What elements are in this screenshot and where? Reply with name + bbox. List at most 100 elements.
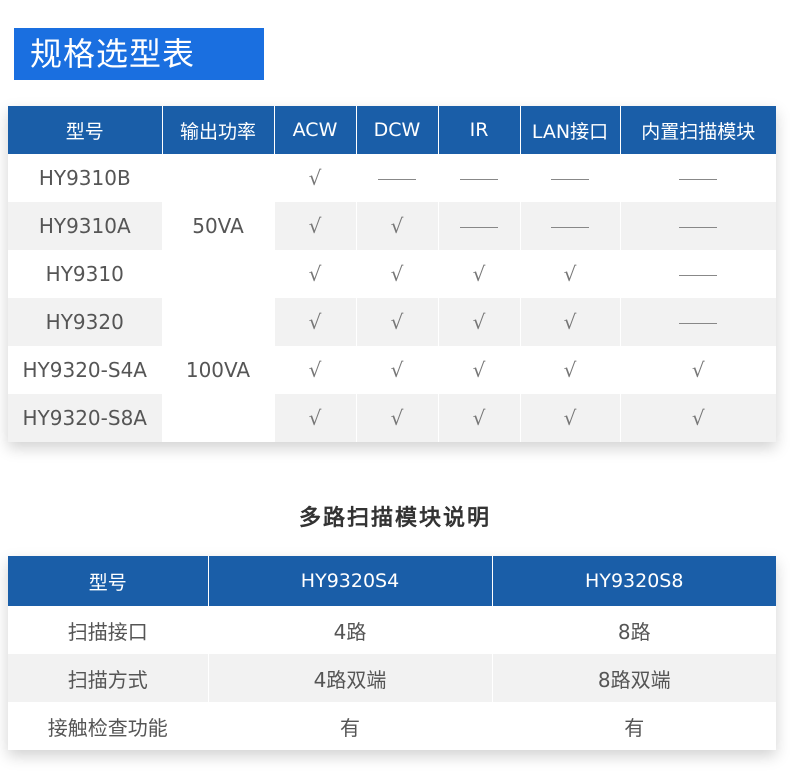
- spec-row: HY9320 100VA √ √ √ √: [8, 298, 776, 442]
- check-mark-icon: √: [390, 214, 404, 238]
- scan-s8-cell: 有: [491, 702, 776, 750]
- header-ir: IR: [437, 106, 521, 154]
- spec-row: HY9310 √ √ √ √: [8, 250, 776, 298]
- scan-cell: [619, 154, 776, 202]
- spec-selection-table: 型号 输出功率 ACW DCW IR LAN接口 内置扫描模块 HY9310B 5…: [8, 106, 776, 442]
- check-mark-icon: √: [390, 262, 404, 286]
- model-cell: HY9310: [8, 250, 163, 298]
- dash-icon: [551, 227, 589, 228]
- header-dcw: DCW: [355, 106, 439, 154]
- ir-cell: [437, 154, 521, 202]
- dcw-cell: √: [355, 250, 439, 298]
- dcw-cell: √: [355, 202, 439, 250]
- ir-cell: √: [437, 250, 521, 298]
- scan-header-row: 型号 HY9320S4 HY9320S8: [8, 556, 776, 606]
- scan-row: 接触检查功能有有: [8, 702, 776, 750]
- scan-cell: √: [619, 394, 776, 442]
- scan-label-cell: 接触检查功能: [8, 702, 209, 750]
- check-mark-icon: √: [563, 262, 577, 286]
- acw-cell: √: [273, 154, 357, 202]
- dash-icon: [679, 323, 718, 324]
- spec-row: HY9310A √ √: [8, 202, 776, 250]
- ir-cell: √: [437, 394, 521, 442]
- acw-cell: √: [273, 298, 357, 346]
- spec-row: HY9320-S8A √ √ √ √ √: [8, 394, 776, 442]
- scan-header-model: 型号: [8, 556, 209, 606]
- output-power-cell: 50VA: [161, 154, 275, 298]
- check-mark-icon: √: [390, 358, 404, 382]
- header-output-power: 输出功率: [161, 106, 275, 154]
- header-lan: LAN接口: [519, 106, 621, 154]
- check-mark-icon: √: [390, 310, 404, 334]
- scan-cell: [619, 298, 776, 346]
- lan-cell: √: [519, 298, 621, 346]
- dash-icon: [378, 179, 416, 180]
- header-scan-module: 内置扫描模块: [619, 106, 776, 154]
- check-mark-icon: √: [308, 310, 322, 334]
- ir-cell: √: [437, 346, 521, 394]
- dcw-cell: √: [355, 346, 439, 394]
- dash-icon: [679, 275, 718, 276]
- acw-cell: √: [273, 346, 357, 394]
- model-cell: HY9320-S8A: [8, 394, 163, 442]
- header-acw: ACW: [273, 106, 357, 154]
- spec-row: HY9310B 50VA √: [8, 154, 776, 298]
- scan-cell: √: [619, 346, 776, 394]
- dash-icon: [460, 227, 498, 228]
- lan-cell: [519, 154, 621, 202]
- scan-s8-cell: 8路: [491, 606, 776, 654]
- scan-module-subtitle: 多路扫描模块说明: [298, 506, 491, 531]
- scan-s4-cell: 有: [207, 702, 493, 750]
- check-mark-icon: √: [472, 310, 486, 334]
- check-mark-icon: √: [308, 166, 322, 190]
- dash-icon: [551, 179, 589, 180]
- check-mark-icon: √: [563, 406, 577, 430]
- header-model: 型号: [8, 106, 163, 154]
- output-power-cell: 100VA: [161, 298, 275, 442]
- scan-label-cell: 扫描接口: [8, 606, 209, 654]
- spec-row: HY9320-S4A √ √ √ √ √: [8, 346, 776, 394]
- scan-cell: [619, 250, 776, 298]
- scan-s8-cell: 8路双端: [491, 654, 776, 702]
- scan-module-table: 型号 HY9320S4 HY9320S8 扫描接口 4路 8路 扫描方式 4路双端 8路双…: [8, 556, 776, 750]
- scan-row: 扫描方式 4路双端 8路双端: [8, 654, 776, 702]
- acw-cell: √: [273, 394, 357, 442]
- acw-cell: √: [273, 250, 357, 298]
- model-cell: HY9320: [8, 298, 163, 346]
- lan-cell: √: [519, 394, 621, 442]
- ir-cell: [437, 202, 521, 250]
- dash-icon: [679, 227, 718, 228]
- dash-icon: [460, 179, 498, 180]
- scan-label-cell: 扫描方式: [8, 654, 209, 702]
- model-cell: HY9310A: [8, 202, 163, 250]
- scan-header-s8: HY9320S8: [491, 556, 776, 606]
- check-mark-icon: √: [563, 310, 577, 334]
- dash-icon: [679, 179, 718, 180]
- scan-header-s4: HY9320S4: [207, 556, 493, 606]
- model-cell: HY9320-S4A: [8, 346, 163, 394]
- page-title: 规格选型表: [14, 28, 264, 80]
- ir-cell: √: [437, 298, 521, 346]
- check-mark-icon: √: [308, 262, 322, 286]
- check-mark-icon: √: [472, 262, 486, 286]
- scan-row: 扫描接口 4路 8路: [8, 606, 776, 654]
- check-mark-icon: √: [563, 358, 577, 382]
- lan-cell: √: [519, 250, 621, 298]
- scan-cell: [619, 202, 776, 250]
- model-cell: HY9310B: [8, 154, 163, 202]
- check-mark-icon: √: [308, 214, 322, 238]
- dcw-cell: √: [355, 394, 439, 442]
- spec-header-row: 型号 输出功率 ACW DCW IR LAN接口 内置扫描模块: [8, 106, 776, 154]
- scan-s4-cell: 4路: [207, 606, 493, 654]
- check-mark-icon: √: [472, 358, 486, 382]
- dcw-cell: √: [355, 298, 439, 346]
- check-mark-icon: √: [308, 406, 322, 430]
- check-mark-icon: √: [390, 406, 404, 430]
- lan-cell: [519, 202, 621, 250]
- dcw-cell: [355, 154, 439, 202]
- check-mark-icon: √: [691, 358, 705, 382]
- check-mark-icon: √: [308, 358, 322, 382]
- check-mark-icon: √: [691, 406, 705, 430]
- scan-s4-cell: 4路双端: [207, 654, 493, 702]
- check-mark-icon: √: [472, 406, 486, 430]
